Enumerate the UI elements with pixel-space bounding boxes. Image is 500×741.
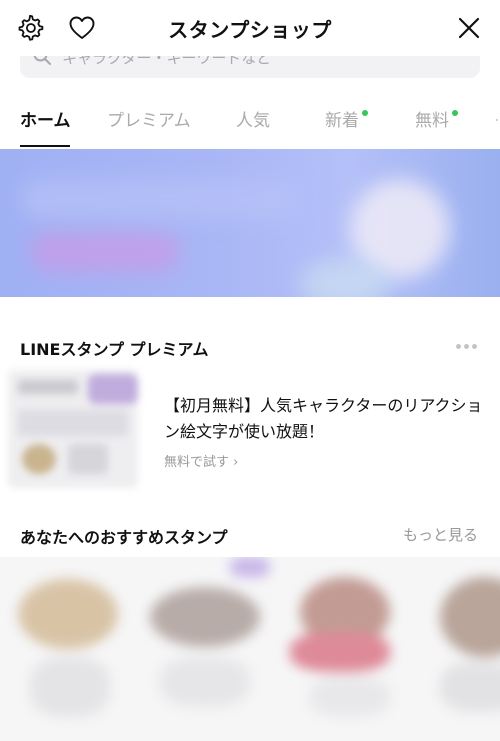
banner-text-blur	[20, 179, 300, 219]
tab-premium[interactable]: プレミアム	[107, 106, 191, 131]
promo-description[interactable]: 【初月無料】人気キャラクターのリアクション絵文字が使い放題！	[164, 393, 484, 445]
sticker-card[interactable]	[420, 557, 500, 741]
more-options-button[interactable]	[456, 344, 480, 350]
try-free-link[interactable]: 無料で試す ›	[164, 451, 238, 470]
sticker-card[interactable]	[0, 557, 140, 741]
promo-banner[interactable]	[0, 149, 500, 297]
recommend-section-title: あなたへのおすすめスタンプ	[20, 528, 228, 547]
tab-home[interactable]: ホーム	[20, 106, 71, 131]
tab-new[interactable]: 新着	[325, 106, 359, 131]
header: スタンプショップ	[0, 0, 500, 56]
free-indicator-dot	[452, 110, 458, 116]
tab-popular[interactable]: 人気	[236, 106, 270, 131]
banner-button-blur	[30, 232, 180, 272]
active-tab-underline	[20, 145, 70, 147]
see-more-link[interactable]: もっと見る	[403, 524, 478, 545]
tab-free[interactable]: 無料	[415, 106, 449, 131]
new-indicator-dot	[362, 110, 368, 116]
sticker-carousel	[0, 557, 500, 741]
tab-bar: ホーム プレミアム 人気 新着 無料 …	[0, 96, 500, 148]
sticker-card[interactable]	[280, 557, 420, 741]
close-icon	[458, 17, 480, 39]
promo-thumbnail[interactable]	[8, 370, 138, 488]
sticker-card[interactable]	[140, 557, 280, 741]
tab-overflow[interactable]: …	[494, 106, 500, 126]
close-button[interactable]	[453, 12, 485, 44]
premium-section-title: LINEスタンプ プレミアム	[20, 340, 209, 359]
page-title: スタンプショップ	[168, 18, 332, 42]
